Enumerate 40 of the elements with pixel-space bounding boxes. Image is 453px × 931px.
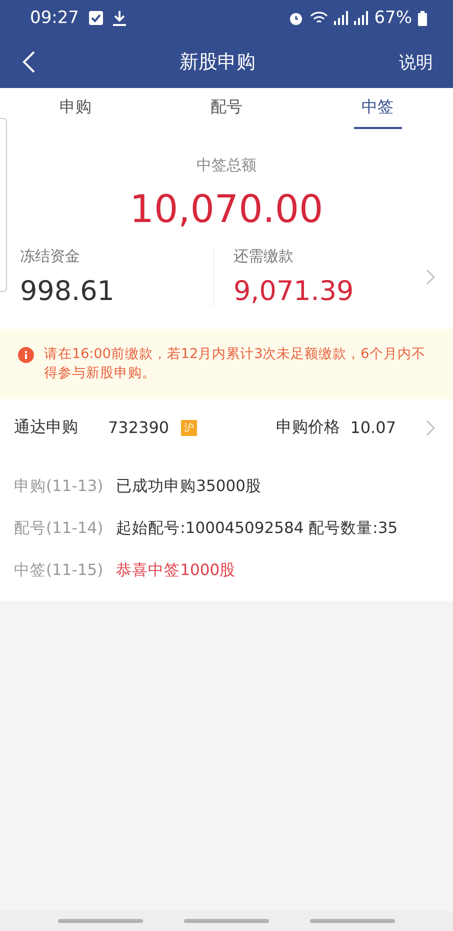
checkbox-notification-icon	[89, 11, 103, 25]
tab[interactable]: 配号	[151, 88, 302, 132]
signal-icon	[334, 11, 348, 25]
tab[interactable]: 中签	[302, 88, 453, 132]
price-label: 申购价格	[276, 417, 340, 438]
nav-handle[interactable]	[310, 919, 395, 923]
timeline-date: 申购(11-13)	[14, 476, 104, 497]
battery-icon	[418, 10, 427, 26]
alarm-icon	[288, 10, 304, 26]
timeline-text: 已成功申购35000股	[116, 476, 262, 497]
timeline-text: 恭喜中签1000股	[116, 560, 236, 581]
nav-handle[interactable]	[184, 919, 269, 923]
nav-handle[interactable]	[58, 919, 143, 923]
frozen-value: 998.61	[20, 276, 116, 307]
chevron-icon[interactable]	[426, 269, 435, 285]
stock-name: 通达申购	[14, 417, 78, 438]
page-title: 新股申购	[178, 50, 256, 75]
status-time: 09:27	[30, 8, 79, 28]
due-label: 还需缴款	[234, 247, 294, 266]
timeline-text: 起始配号:100045092584 配号数量:35	[116, 518, 398, 539]
tab[interactable]: 申购	[0, 88, 151, 132]
back-button[interactable]	[22, 50, 36, 74]
total-label: 中签总额	[196, 156, 256, 175]
signal-icon	[354, 11, 368, 25]
price-value: 10.07	[350, 418, 396, 437]
timeline-date: 中签(11-15)	[14, 560, 104, 581]
info-icon	[18, 347, 34, 363]
stock-code: 732390	[108, 418, 170, 437]
due-value: 9,071.39	[234, 276, 355, 307]
frozen-label: 冻结资金	[20, 247, 81, 266]
back-icon	[22, 50, 36, 74]
total-amount: 10,070.00	[130, 187, 324, 231]
market-tag: 沪	[181, 420, 198, 436]
help-link[interactable]: 说明	[399, 50, 433, 74]
battery-percent: 67%	[374, 8, 412, 28]
chevron-icon[interactable]	[426, 420, 435, 436]
wifi-icon	[310, 11, 328, 25]
timeline-date: 配号(11-14)	[14, 518, 104, 539]
notice-text: 请在16:00前缴款，若12月内累计3次未足额缴款，6个月内不得参与新股申购。	[44, 345, 426, 383]
download-icon	[113, 10, 126, 26]
